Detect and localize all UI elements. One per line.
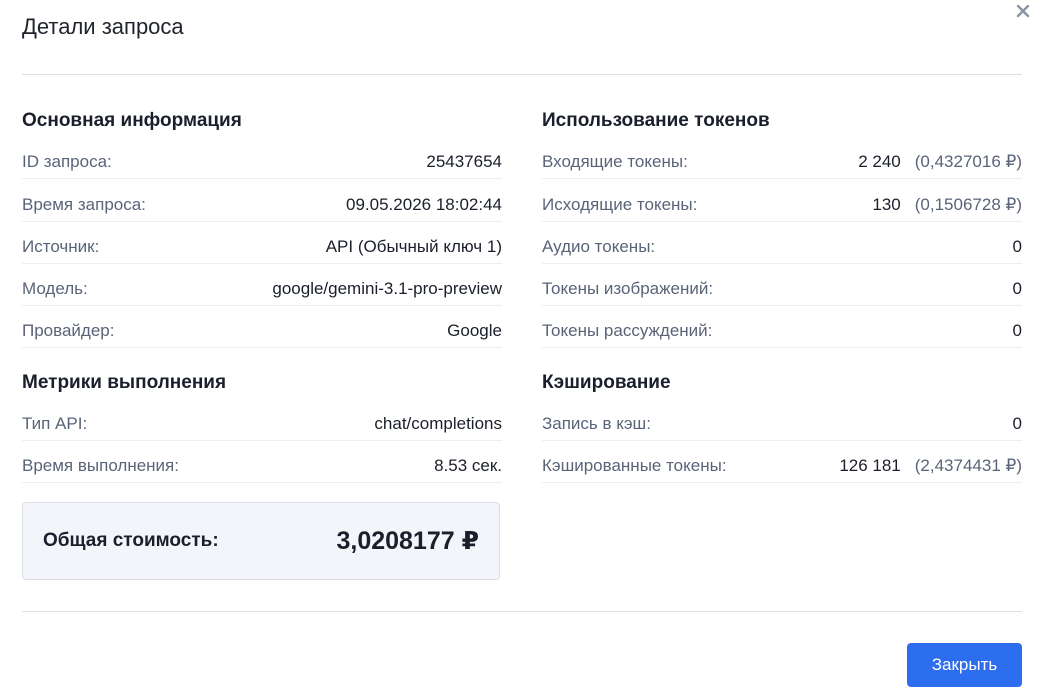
section-title-basic-info: Основная информация	[22, 110, 242, 131]
row-request-id: ID запроса: 25437654	[22, 152, 502, 179]
row-value: 130 (0,1506728 ₽)	[872, 195, 1022, 215]
row-image-tokens: Токены изображений: 0	[542, 279, 1022, 306]
total-cost-box: Общая стоимость: 3,0208177 ₽	[22, 502, 500, 580]
row-label: Токены изображений:	[542, 279, 714, 298]
row-value: 2 240 (0,4327016 ₽)	[858, 152, 1022, 172]
token-count: 130	[872, 195, 901, 214]
row-cached-tokens: Кэшированные токены: 126 181 (2,4374431 …	[542, 456, 1022, 483]
row-label: ID запроса:	[22, 152, 112, 171]
row-label: Кэшированные токены:	[542, 456, 727, 475]
section-title-tokens: Использование токенов	[542, 110, 770, 131]
row-cache-write: Запись в кэш: 0	[542, 414, 1022, 441]
close-button[interactable]: Закрыть	[907, 643, 1022, 687]
row-label: Аудио токены:	[542, 237, 656, 256]
total-cost-value: 3,0208177 ₽	[336, 527, 479, 555]
row-label: Исходящие токены:	[542, 195, 698, 214]
row-provider: Провайдер: Google	[22, 321, 502, 348]
row-source: Источник: API (Обычный ключ 1)	[22, 237, 502, 264]
row-value: API (Обычный ключ 1)	[325, 237, 502, 256]
row-label: Провайдер:	[22, 321, 115, 340]
row-label: Запись в кэш:	[542, 414, 651, 433]
total-cost-label: Общая стоимость:	[43, 530, 219, 551]
row-value: 0	[1012, 279, 1022, 298]
row-output-tokens: Исходящие токены: 130 (0,1506728 ₽)	[542, 195, 1022, 222]
row-label: Токены рассуждений:	[542, 321, 713, 340]
row-model: Модель: google/gemini-3.1-pro-preview	[22, 279, 502, 306]
row-label: Время выполнения:	[22, 456, 179, 475]
row-input-tokens: Входящие токены: 2 240 (0,4327016 ₽)	[542, 152, 1022, 179]
row-label: Модель:	[22, 279, 88, 298]
header-divider	[22, 74, 1022, 75]
footer-divider	[22, 611, 1022, 612]
row-execution-time: Время выполнения: 8.53 сек.	[22, 456, 502, 483]
row-api-type: Тип API: chat/completions	[22, 414, 502, 441]
row-label: Тип API:	[22, 414, 88, 433]
row-value: 09.05.2026 18:02:44	[346, 195, 502, 214]
row-value: Google	[447, 321, 502, 340]
token-count: 2 240	[858, 152, 901, 171]
close-icon[interactable]	[1012, 0, 1034, 22]
row-value: 0	[1012, 414, 1022, 433]
row-value: 8.53 сек.	[434, 456, 502, 475]
row-value: 25437654	[426, 152, 502, 171]
token-cost: (0,1506728 ₽)	[914, 195, 1022, 214]
row-value: 0	[1012, 321, 1022, 340]
row-label: Источник:	[22, 237, 100, 256]
row-value: 0	[1012, 237, 1022, 256]
row-reasoning-tokens: Токены рассуждений: 0	[542, 321, 1022, 348]
row-value: chat/completions	[374, 414, 502, 433]
modal-title: Детали запроса	[22, 14, 184, 39]
section-title-caching: Кэширование	[542, 372, 671, 393]
row-label: Время запроса:	[22, 195, 146, 214]
token-cost: (2,4374431 ₽)	[914, 456, 1022, 475]
row-value: google/gemini-3.1-pro-preview	[272, 279, 502, 298]
token-cost: (0,4327016 ₽)	[914, 152, 1022, 171]
row-audio-tokens: Аудио токены: 0	[542, 237, 1022, 264]
row-request-time: Время запроса: 09.05.2026 18:02:44	[22, 195, 502, 222]
section-title-metrics: Метрики выполнения	[22, 372, 227, 393]
row-value: 126 181 (2,4374431 ₽)	[839, 456, 1022, 476]
row-label: Входящие токены:	[542, 152, 688, 171]
token-count: 126 181	[839, 456, 901, 475]
